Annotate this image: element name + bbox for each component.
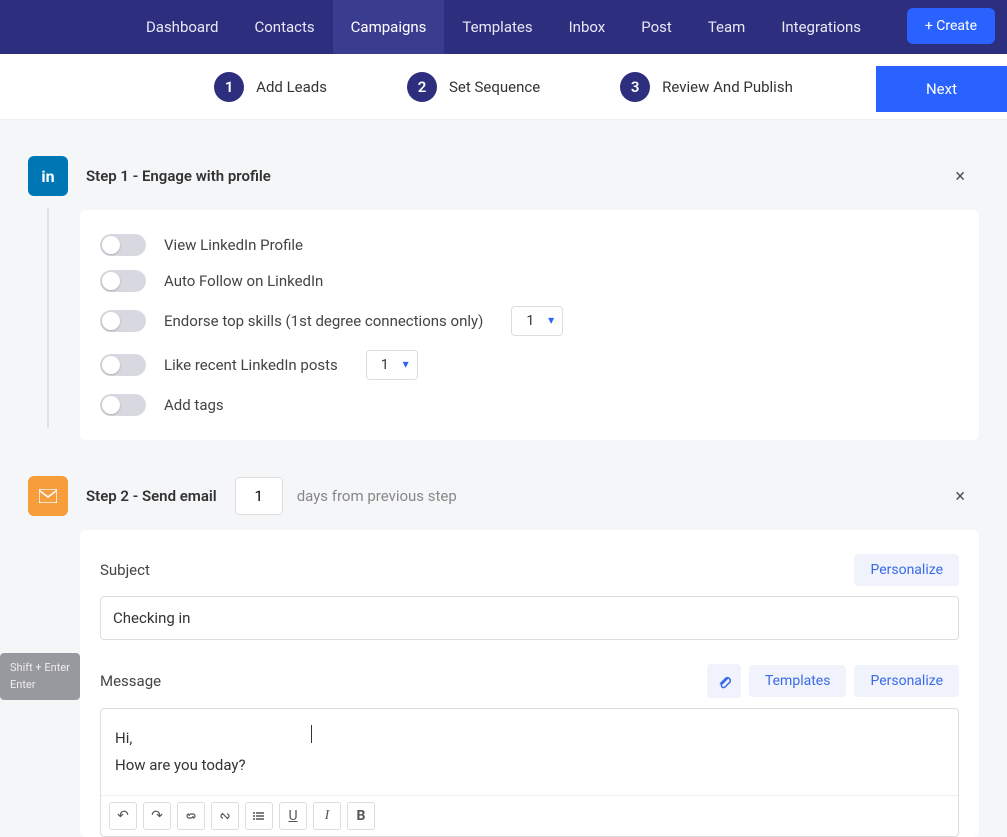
sequence-content: in Step 1 - Engage with profile × View L… [0, 120, 1007, 837]
toggle-like-posts: Like recent LinkedIn posts 1 [100, 350, 959, 380]
toggle-view-profile: View LinkedIn Profile [100, 234, 959, 256]
toggle-switch[interactable] [100, 234, 146, 256]
text-cursor [311, 725, 312, 743]
subject-label: Subject [100, 561, 150, 579]
nav-team[interactable]: Team [690, 0, 764, 54]
step1-header: in Step 1 - Engage with profile × [28, 150, 979, 210]
italic-button[interactable]: I [313, 802, 341, 830]
step-label: Review And Publish [662, 78, 793, 96]
message-row: Message Templates Personalize [100, 664, 959, 698]
toggle-auto-follow: Auto Follow on LinkedIn [100, 270, 959, 292]
message-personalize-button[interactable]: Personalize [854, 665, 959, 697]
nav-post[interactable]: Post [623, 0, 690, 54]
list-button[interactable] [245, 802, 273, 830]
step2-title: Step 2 - Send email [86, 487, 217, 505]
toggle-label: Endorse top skills (1st degree connectio… [164, 312, 483, 330]
step-label: Set Sequence [449, 78, 540, 96]
toggle-label: Like recent LinkedIn posts [164, 356, 338, 374]
toggle-label: Add tags [164, 396, 224, 414]
toggle-add-tags: Add tags [100, 394, 959, 416]
step-number: 1 [214, 72, 244, 102]
email-icon [28, 476, 68, 516]
progress-step-2[interactable]: 2 Set Sequence [407, 72, 540, 102]
step-label: Add Leads [256, 78, 327, 96]
editor-toolbar: ↶ ↷ U I B [101, 795, 958, 836]
keyboard-hint-tooltip: Shift + Enter Enter [0, 653, 80, 700]
undo-button[interactable]: ↶ [109, 802, 137, 830]
subject-row: Subject Personalize [100, 554, 959, 586]
like-count-select[interactable]: 1 [366, 350, 418, 380]
nav-menu: Dashboard Contacts Campaigns Templates I… [128, 0, 879, 54]
hint-line: Shift + Enter [10, 659, 70, 677]
nav-dashboard[interactable]: Dashboard [128, 0, 237, 54]
step2-card: Step 2 - Send email days from previous s… [80, 470, 979, 837]
toggle-label: Auto Follow on LinkedIn [164, 272, 323, 290]
toggle-label: View LinkedIn Profile [164, 236, 303, 254]
progress-steps: 1 Add Leads 2 Set Sequence 3 Review And … [0, 54, 1007, 120]
progress-step-3[interactable]: 3 Review And Publish [620, 72, 793, 102]
redo-button[interactable]: ↷ [143, 802, 171, 830]
timeline-connector [47, 208, 49, 428]
toggle-switch[interactable] [100, 270, 146, 292]
toggle-switch[interactable] [100, 394, 146, 416]
step1-close-button[interactable]: × [941, 162, 979, 191]
step2-header: Step 2 - Send email days from previous s… [28, 470, 979, 530]
subject-personalize-button[interactable]: Personalize [854, 554, 959, 586]
unlink-button[interactable] [211, 802, 239, 830]
message-line: How are you today? [115, 752, 944, 779]
link-button[interactable] [177, 802, 205, 830]
top-nav-bar: Dashboard Contacts Campaigns Templates I… [0, 0, 1007, 54]
nav-campaigns[interactable]: Campaigns [333, 0, 445, 54]
next-button[interactable]: Next [876, 66, 1007, 112]
progress-step-1[interactable]: 1 Add Leads [214, 72, 327, 102]
linkedin-icon: in [28, 156, 68, 196]
bold-button[interactable]: B [347, 802, 375, 830]
toggle-switch[interactable] [100, 354, 146, 376]
toggle-switch[interactable] [100, 310, 146, 332]
message-label: Message [100, 672, 161, 690]
step-number: 3 [620, 72, 650, 102]
step-number: 2 [407, 72, 437, 102]
days-delay-row: days from previous step [235, 477, 457, 515]
message-textarea[interactable]: Hi, How are you today? [101, 709, 958, 795]
message-editor: Hi, How are you today? ↶ ↷ U [100, 708, 959, 837]
step2-body: Subject Personalize Message Templates Pe… [80, 530, 979, 837]
underline-button[interactable]: U [279, 802, 307, 830]
attachment-icon[interactable] [707, 664, 741, 698]
nav-integrations[interactable]: Integrations [763, 0, 879, 54]
endorse-count-select[interactable]: 1 [511, 306, 563, 336]
step1-body: View LinkedIn Profile Auto Follow on Lin… [80, 210, 979, 440]
step1-title: Step 1 - Engage with profile [86, 167, 271, 185]
hint-line: Enter [10, 676, 70, 694]
subject-input[interactable] [100, 596, 959, 640]
toggle-endorse-skills: Endorse top skills (1st degree connectio… [100, 306, 959, 336]
step1-card: in Step 1 - Engage with profile × View L… [80, 150, 979, 440]
templates-button[interactable]: Templates [749, 665, 847, 697]
nav-contacts[interactable]: Contacts [236, 0, 332, 54]
message-line: Hi, [115, 725, 944, 752]
nav-inbox[interactable]: Inbox [551, 0, 624, 54]
create-button[interactable]: + Create [907, 8, 995, 44]
step2-close-button[interactable]: × [941, 482, 979, 511]
days-input[interactable] [235, 477, 283, 515]
nav-templates[interactable]: Templates [444, 0, 550, 54]
days-suffix-label: days from previous step [297, 487, 457, 505]
